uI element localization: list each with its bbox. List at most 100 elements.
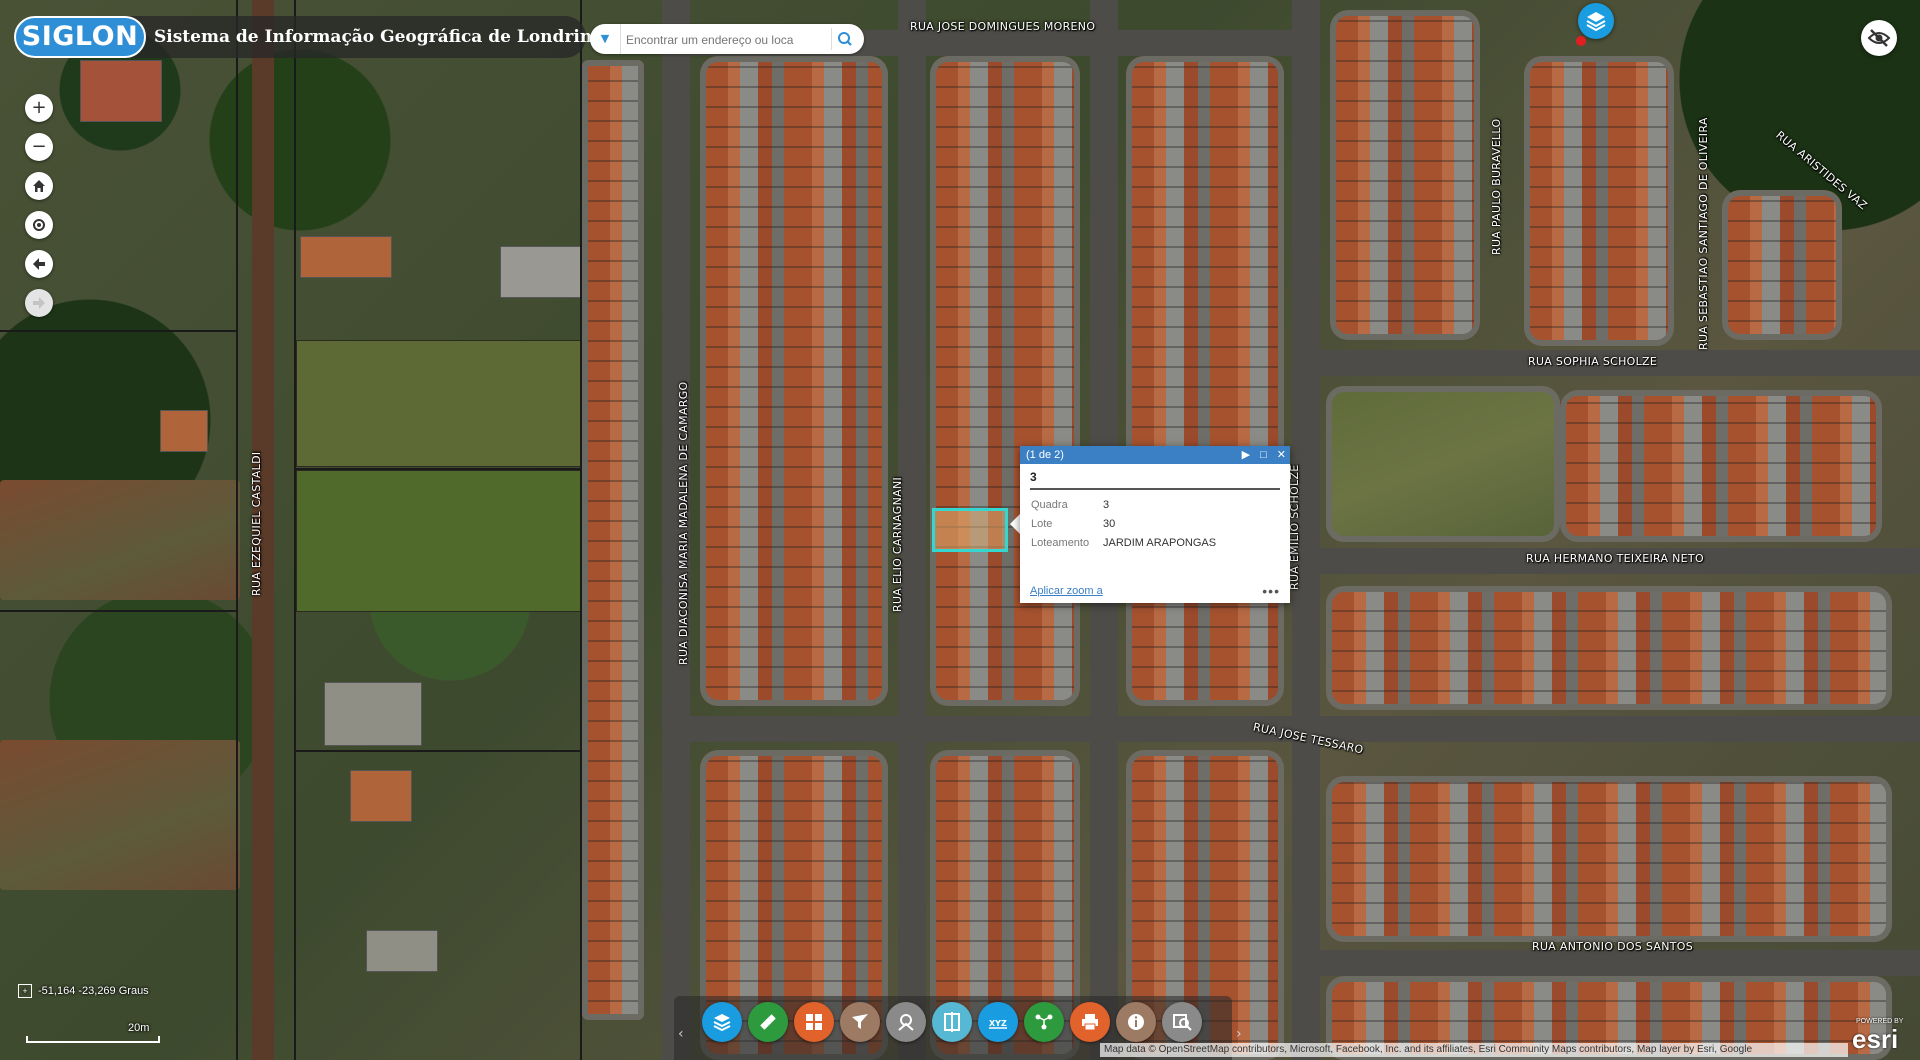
city-block (930, 56, 1080, 706)
city-block (1126, 56, 1284, 706)
print-widget-button[interactable] (1070, 1002, 1110, 1042)
home-button[interactable] (25, 172, 53, 200)
building (160, 410, 208, 452)
eye-slash-icon (1867, 29, 1891, 47)
more-actions-button[interactable]: ••• (1262, 583, 1280, 599)
street-label: RUA SOPHIA SCHOLZE (1528, 355, 1658, 368)
parcel-line (0, 330, 236, 332)
swipe-widget-button[interactable] (932, 1002, 972, 1042)
draw-icon (898, 1014, 914, 1031)
attribute-value: 30 (1103, 518, 1116, 530)
street-label: RUA SEBASTIAO SANTIAGO DE OLIVEIRA (1697, 117, 1710, 350)
building (300, 236, 392, 278)
info-icon (1128, 1014, 1144, 1030)
zoom-in-button[interactable]: + (25, 94, 53, 122)
esri-logo: esri (1852, 1024, 1899, 1054)
popup-pager: (1 de 2) (1026, 449, 1064, 461)
maximize-icon[interactable]: □ (1260, 446, 1267, 464)
search-box: ▼ (590, 24, 864, 54)
search-input[interactable] (624, 28, 818, 52)
siglon-logo[interactable]: SIGLON (14, 16, 146, 58)
share-widget-button[interactable] (1024, 1002, 1064, 1042)
parcel-line (296, 750, 580, 752)
next-feature-button[interactable]: ▶ (1242, 446, 1250, 464)
lot (0, 740, 240, 890)
filter-icon (852, 1014, 868, 1029)
previous-extent-button[interactable] (25, 250, 53, 278)
city-block (1722, 190, 1842, 340)
zoom-out-button[interactable]: − (25, 133, 53, 161)
park-block (1326, 386, 1560, 542)
filter-widget-button[interactable] (840, 1002, 880, 1042)
popup-title: 3 (1030, 470, 1280, 490)
home-icon (33, 180, 45, 192)
about-widget-button[interactable] (1116, 1002, 1156, 1042)
xyz-icon: XYZ (989, 1019, 1007, 1029)
street-label: RUA JOSE DOMINGUES MORENO (910, 20, 1096, 33)
draw-widget-button[interactable] (886, 1002, 926, 1042)
search-icon (838, 32, 852, 46)
field (296, 470, 582, 612)
query-icon (1173, 1014, 1192, 1031)
attribute-row: Quadra 3 (1028, 496, 1219, 515)
close-icon[interactable]: ✕ (1277, 446, 1286, 464)
attribute-row: Loteamento JARDIM ARAPONGAS (1028, 534, 1219, 553)
scale-label: 20m (128, 1022, 150, 1034)
parcel-line (0, 610, 236, 612)
toggle-visibility-button[interactable] (1861, 20, 1897, 56)
street-label: RUA EZEQUIEL CASTALDI (250, 451, 263, 596)
app-header: SIGLON Sistema de Informação Geográfica … (14, 16, 603, 58)
basemap-widget-button[interactable] (794, 1002, 834, 1042)
map-view[interactable]: RUA JOSE DOMINGUES MORENO RUA PAULO BURA… (0, 0, 1920, 1060)
layers-icon (713, 1014, 731, 1032)
coordinate-widget-button[interactable]: XYZ (978, 1002, 1018, 1042)
svg-text:XYZ: XYZ (989, 1019, 1007, 1028)
building (324, 682, 422, 746)
city-block (1330, 10, 1480, 340)
crosshair-icon[interactable]: + (18, 984, 32, 998)
arrow-right-icon (33, 297, 45, 309)
city-block (1326, 586, 1892, 710)
toolbar-next-button[interactable]: › (1236, 1026, 1242, 1042)
parcel-line (296, 468, 580, 470)
search-button[interactable] (831, 28, 858, 50)
app-title: Sistema de Informação Geográfica de Lond… (154, 27, 604, 47)
street-label: RUA DIACONISA MARIA MADALENA DE CAMARGO (677, 381, 690, 665)
map-attribution: Map data © OpenStreetMap contributors, M… (1100, 1043, 1848, 1057)
printer-icon (1082, 1014, 1098, 1031)
query-widget-button[interactable] (1162, 1002, 1202, 1042)
city-block (1524, 56, 1674, 346)
next-extent-button[interactable] (25, 289, 53, 317)
search-source-dropdown[interactable]: ▼ (590, 24, 621, 54)
road (1292, 950, 1920, 976)
field (296, 340, 582, 467)
coordinate-text: -51,164 -23,269 Graus (38, 984, 149, 997)
grid-icon (806, 1014, 822, 1030)
city-block (1560, 390, 1882, 542)
building (366, 930, 438, 972)
city-block (582, 60, 644, 1020)
selected-parcel-highlight[interactable] (932, 508, 1008, 552)
layer-list-button[interactable] (1578, 3, 1614, 39)
locate-button[interactable] (25, 211, 53, 239)
attribute-row: Lote 30 (1028, 515, 1219, 534)
street-label: RUA HERMANO TEIXEIRA NETO (1526, 552, 1704, 565)
notification-dot (1576, 36, 1586, 46)
layers-widget-button[interactable] (702, 1002, 742, 1042)
building (80, 60, 162, 122)
attribute-value: 3 (1103, 499, 1110, 511)
popup-header: (1 de 2) ▶ □ ✕ (1020, 446, 1290, 464)
zoom-to-link[interactable]: Aplicar zoom a (1030, 585, 1103, 597)
attribute-value: JARDIM ARAPONGAS (1103, 537, 1217, 549)
lot (0, 480, 240, 600)
share-icon (1035, 1014, 1053, 1030)
building (500, 246, 582, 298)
measure-widget-button[interactable] (748, 1002, 788, 1042)
popup-attributes: Quadra 3 Lote 30 Loteamento JARDIM ARAPO… (1028, 496, 1219, 553)
coordinate-readout: + -51,164 -23,269 Graus (18, 984, 208, 1004)
feature-popup: (1 de 2) ▶ □ ✕ 3 Quadra 3 Lote 30 Loteam… (1020, 446, 1290, 603)
toolbar-prev-button[interactable]: ‹ (678, 1026, 684, 1042)
city-block (700, 56, 888, 706)
street-label: RUA ELIO CARNAGNANI (891, 476, 904, 612)
popup-pointer (1010, 514, 1020, 534)
